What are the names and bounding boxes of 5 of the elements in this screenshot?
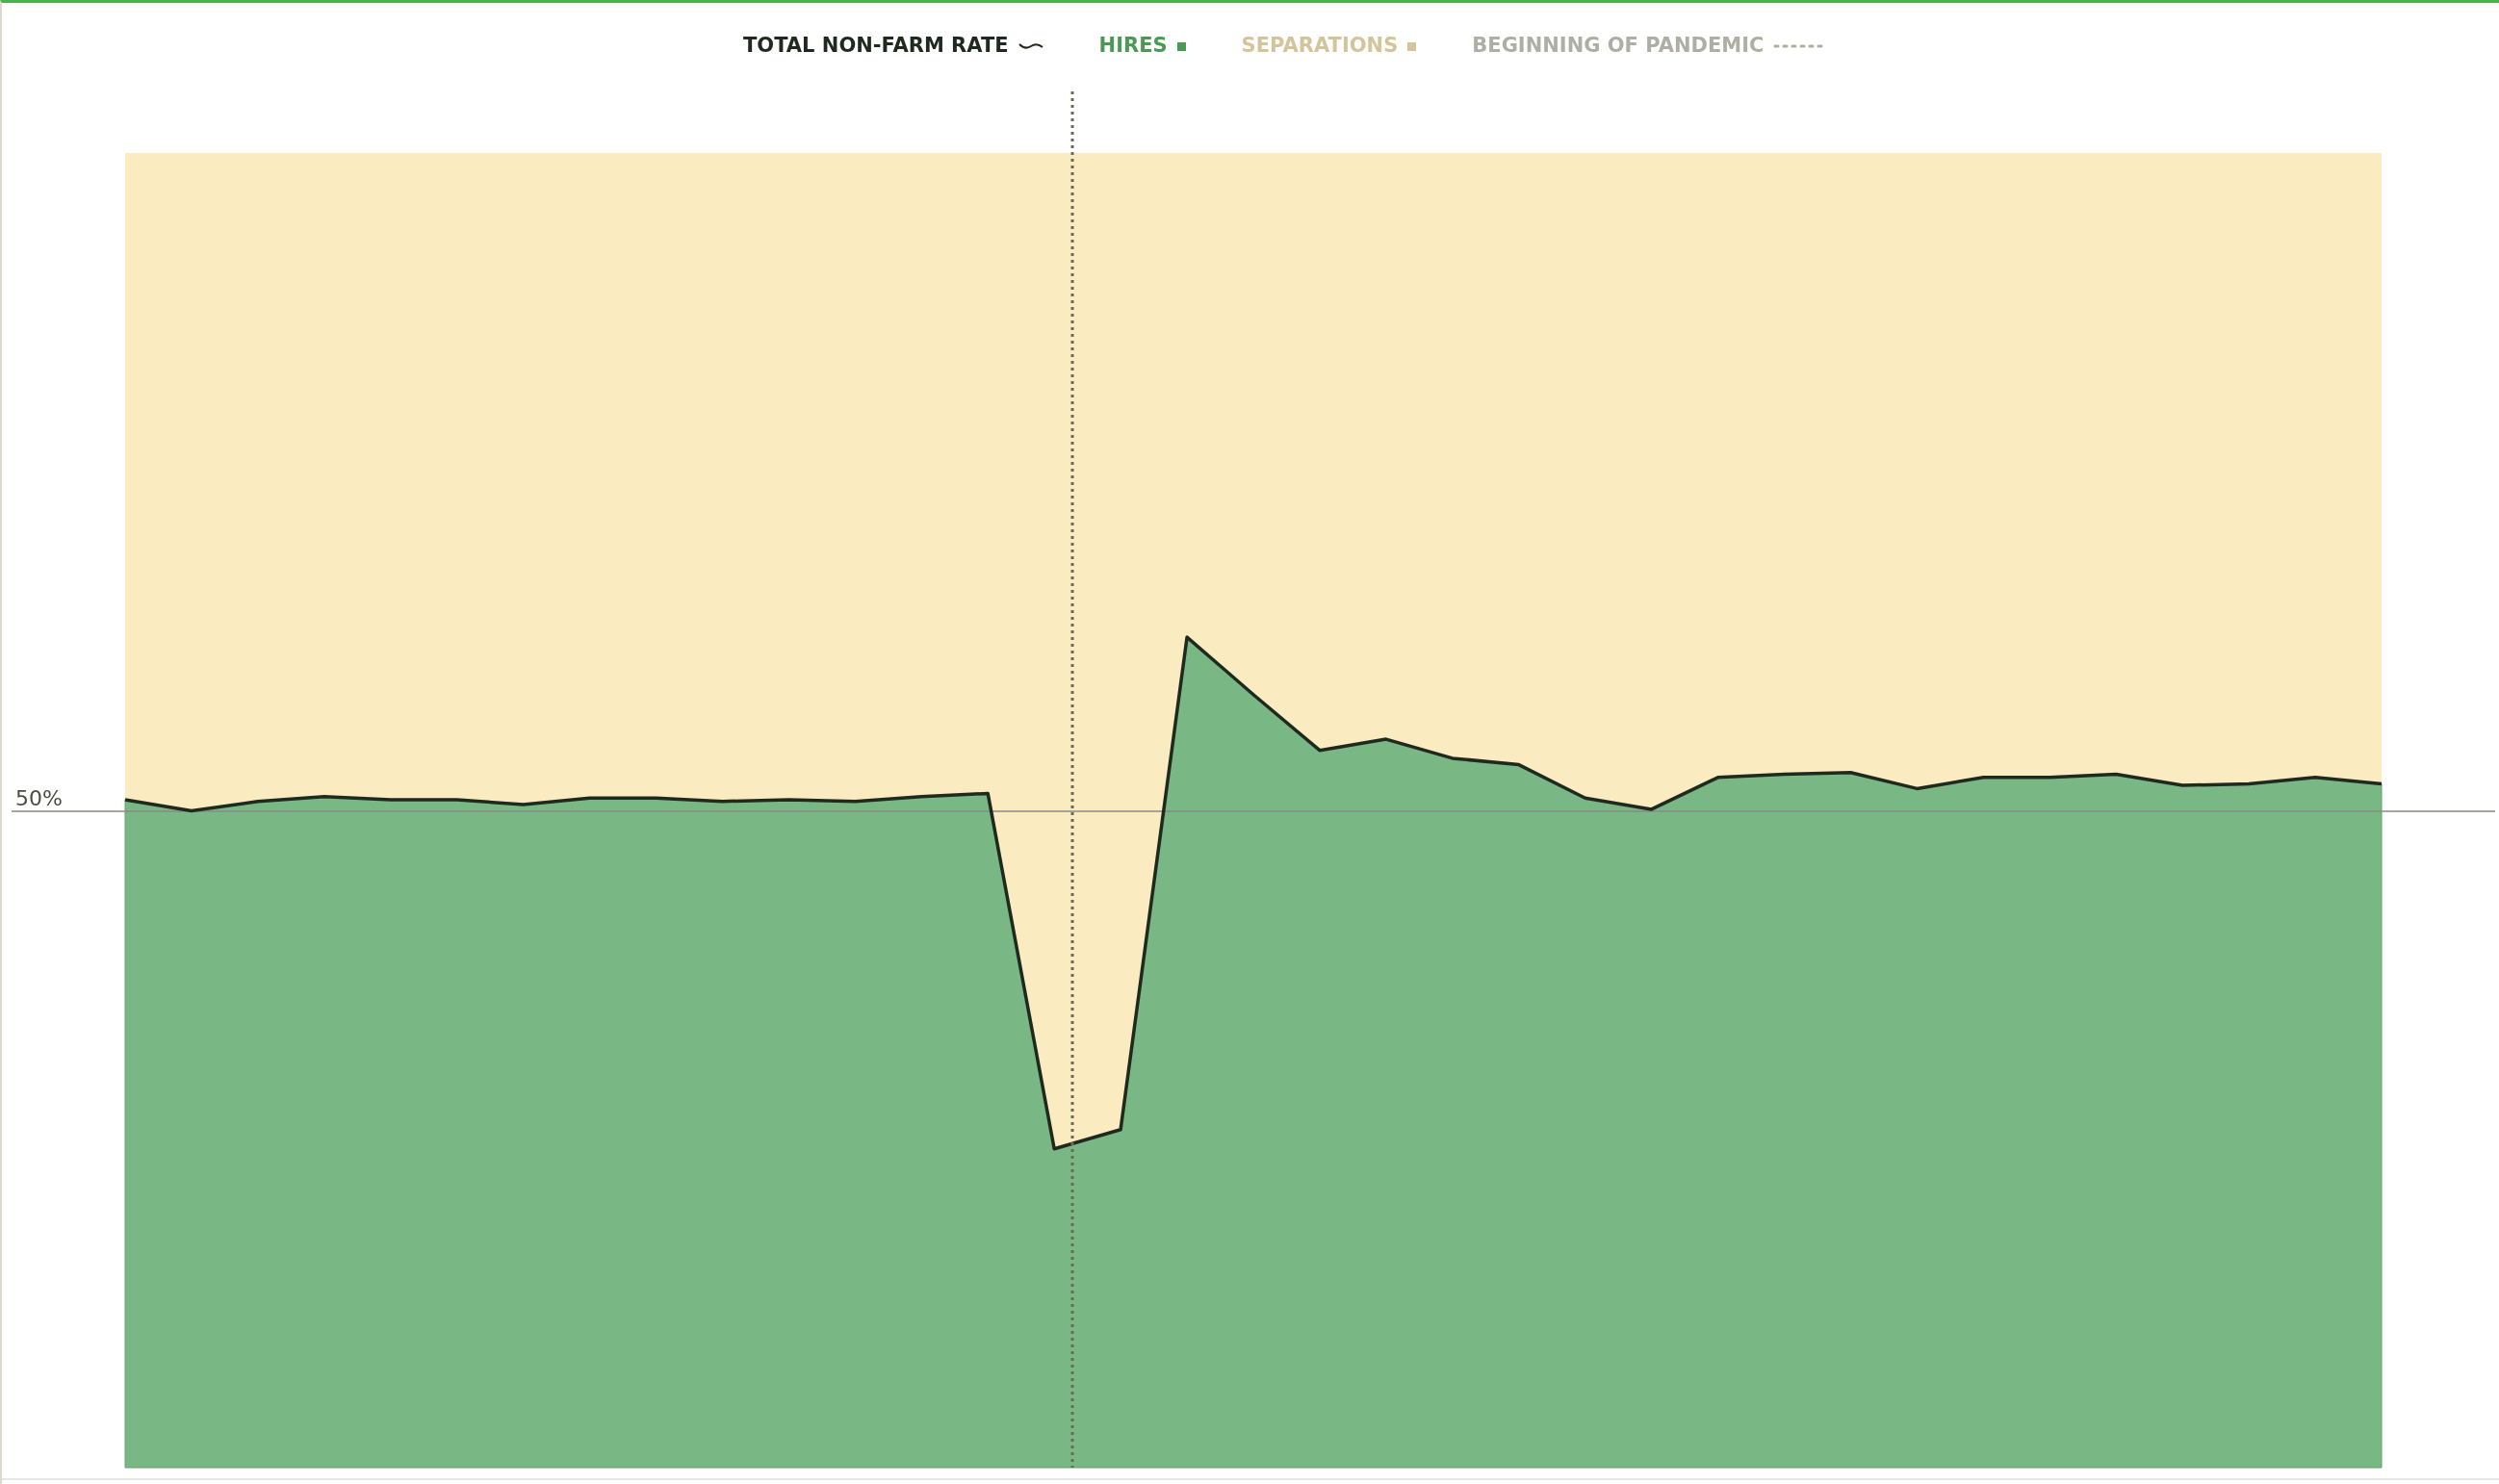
- legend-label: TOTAL NON-FARM RATE: [743, 33, 1009, 60]
- axis-label: 50%: [15, 786, 63, 810]
- legend-label: HIRES: [1098, 33, 1168, 60]
- legend-label: BEGINNING OF PANDEMIC: [1472, 33, 1765, 60]
- legend-label: SEPARATIONS: [1241, 33, 1399, 60]
